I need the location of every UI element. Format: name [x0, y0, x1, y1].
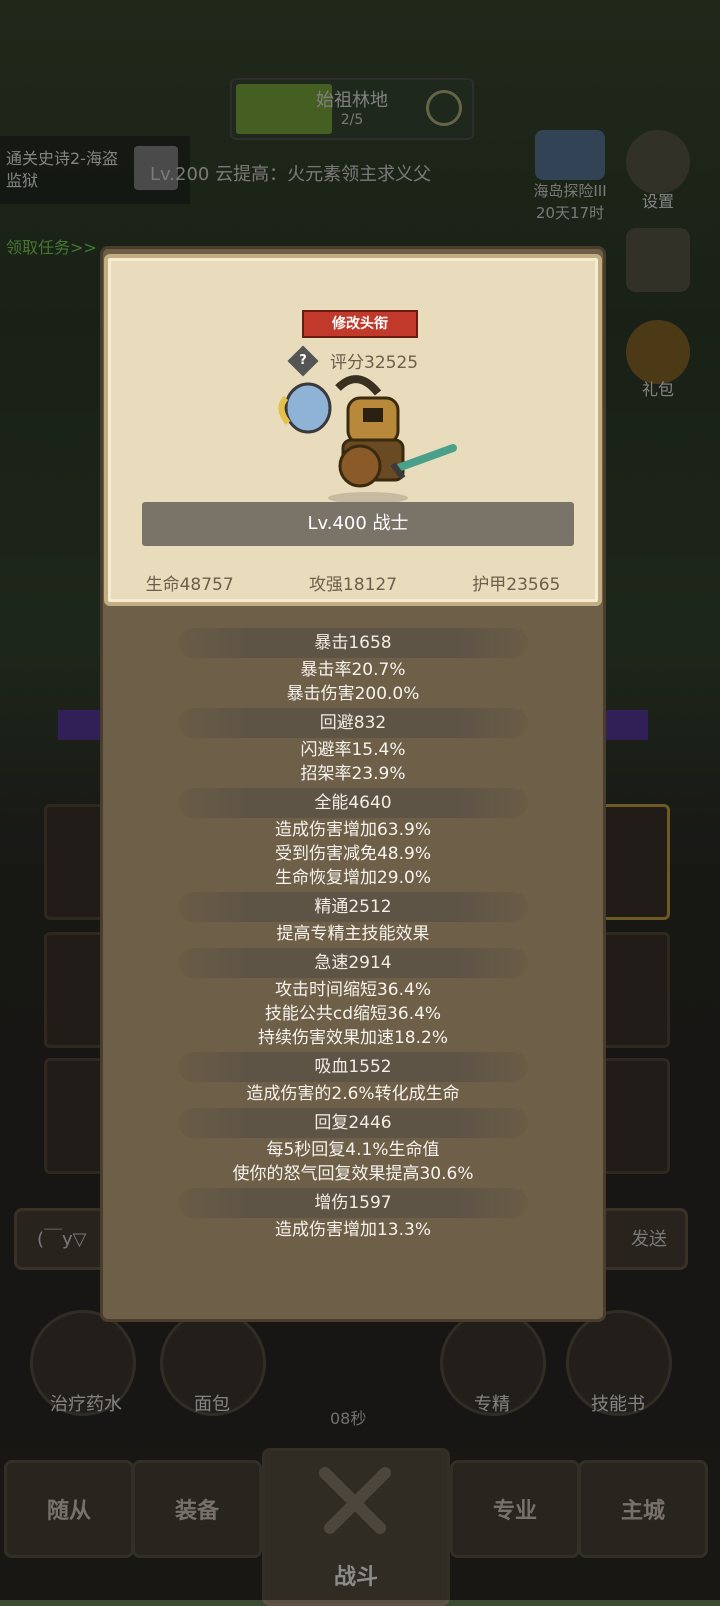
attribute-detail: 受到伤害减免48.9%	[274, 844, 431, 864]
attack-stat: 攻强18127	[308, 575, 398, 595]
nav-equipment[interactable]: 装备	[132, 1460, 262, 1558]
attribute-header: 精通2512	[178, 892, 528, 922]
nav-label: 战斗	[333, 1565, 378, 1590]
attribute-detail: 持续伤害效果加速18.2%	[257, 1028, 448, 1048]
attribute-detail: 暴击伤害200.0%	[286, 684, 420, 704]
gift-icon[interactable]	[626, 320, 690, 384]
item-label-potion: 治疗药水	[50, 1394, 122, 1415]
battle-timer: 08秒	[330, 1409, 367, 1428]
chat-send-button[interactable]: 发送	[631, 1225, 667, 1251]
attribute-detail: 造成伤害的2.6%转化成生命	[246, 1084, 460, 1104]
gift-label: 礼包	[641, 380, 674, 399]
attribute-mastery: 精通2512 提高专精主技能效果	[178, 892, 528, 946]
attribute-detail: 招架率23.9%	[300, 764, 406, 784]
attribute-detail: 暴击率20.7%	[300, 660, 406, 680]
get-task-link[interactable]: 领取任务>>	[6, 234, 97, 258]
attribute-header: 急速2914	[178, 948, 528, 978]
event-name: 海岛探险III	[533, 182, 607, 200]
character-card: 修改头衔 ? 评分32525 Lv.400 战士 生命48757 攻强18127…	[104, 254, 602, 606]
character-avatar	[278, 375, 457, 504]
attribute-header: 回复2446	[178, 1108, 528, 1138]
attribute-detail: 使你的怒气回复效果提高30.6%	[232, 1164, 474, 1184]
event-icon[interactable]	[535, 130, 605, 180]
attribute-detail: 攻击时间缩短36.4%	[274, 980, 431, 1000]
armor-stat: 护甲23565	[472, 575, 561, 595]
attribute-damage-boost: 增伤1597 造成伤害增加13.3%	[178, 1188, 528, 1242]
settings-label: 设置	[641, 192, 674, 211]
attribute-haste: 急速2914 攻击时间缩短36.4% 技能公共cd缩短36.4% 持续伤害效果加…	[178, 948, 528, 1050]
attribute-crit: 暴击1658 暴击率20.7% 暴击伤害200.0%	[178, 628, 528, 706]
crossed-swords-icon	[319, 1467, 391, 1534]
nav-profession[interactable]: 专业	[450, 1460, 580, 1558]
nav-followers[interactable]: 随从	[4, 1460, 134, 1558]
core-stats: 生命48757 攻强18127 护甲23565	[108, 570, 598, 595]
activity-icon[interactable]	[626, 228, 690, 292]
attribute-list: 暴击1658 暴击率20.7% 暴击伤害200.0% 回避832 闪避率15.4…	[178, 626, 528, 1242]
event-timer: 20天17时	[535, 204, 605, 222]
attribute-detail: 提高专精主技能效果	[276, 924, 430, 944]
nav-main-city[interactable]: 主城	[578, 1460, 708, 1558]
nav-label: 装备	[174, 1499, 219, 1524]
attribute-detail: 每5秒回复4.1%生命值	[266, 1140, 440, 1160]
quest-name: 通关史诗2-海盗监狱	[6, 149, 118, 190]
item-label-bread: 面包	[194, 1394, 230, 1415]
location-bar[interactable]: 始祖林地 2/5	[230, 78, 474, 140]
broadcast-ticker: Lv.200 云提高：火元素领主求义父	[150, 164, 432, 185]
item-label-specialization: 专精	[474, 1394, 510, 1415]
chat-emoticon: (￣y▽	[37, 1229, 87, 1250]
attribute-header: 暴击1658	[178, 628, 528, 658]
attribute-header: 吸血1552	[178, 1052, 528, 1082]
attribute-detail: 技能公共cd缩短36.4%	[264, 1004, 442, 1024]
nav-battle[interactable]: 战斗	[262, 1448, 450, 1606]
hp-stat: 生命48757	[145, 575, 234, 595]
nav-label: 主城	[620, 1499, 665, 1524]
swap-icon[interactable]	[426, 90, 462, 126]
attribute-header: 增伤1597	[178, 1188, 528, 1218]
attribute-header: 全能4640	[178, 788, 528, 818]
character-stats-modal: 修改头衔 ? 评分32525 Lv.400 战士 生命48757 攻强18127…	[100, 246, 606, 1322]
item-label-skill-book: 技能书	[591, 1394, 645, 1415]
event-label[interactable]: 海岛探险III 20天17时	[510, 180, 630, 224]
level-class-label: Lv.400 战士	[142, 502, 574, 546]
attribute-regen: 回复2446 每5秒回复4.1%生命值 使你的怒气回复效果提高30.6%	[178, 1108, 528, 1186]
attribute-avoidance: 回避832 闪避率15.4% 招架率23.9%	[178, 708, 528, 786]
gear-icon[interactable]	[626, 130, 690, 194]
nav-label: 随从	[46, 1499, 91, 1524]
attribute-detail: 闪避率15.4%	[300, 740, 406, 760]
attribute-detail: 造成伤害增加13.3%	[274, 1220, 431, 1240]
attribute-lifesteal: 吸血1552 造成伤害的2.6%转化成生命	[178, 1052, 528, 1106]
attribute-detail: 生命恢复增加29.0%	[274, 868, 431, 888]
change-title-button[interactable]: 修改头衔	[302, 310, 418, 338]
attribute-detail: 造成伤害增加63.9%	[274, 820, 431, 840]
attribute-versatility: 全能4640 造成伤害增加63.9% 受到伤害减免48.9% 生命恢复增加29.…	[178, 788, 528, 890]
attribute-header: 回避832	[178, 708, 528, 738]
nav-label: 专业	[492, 1499, 537, 1524]
